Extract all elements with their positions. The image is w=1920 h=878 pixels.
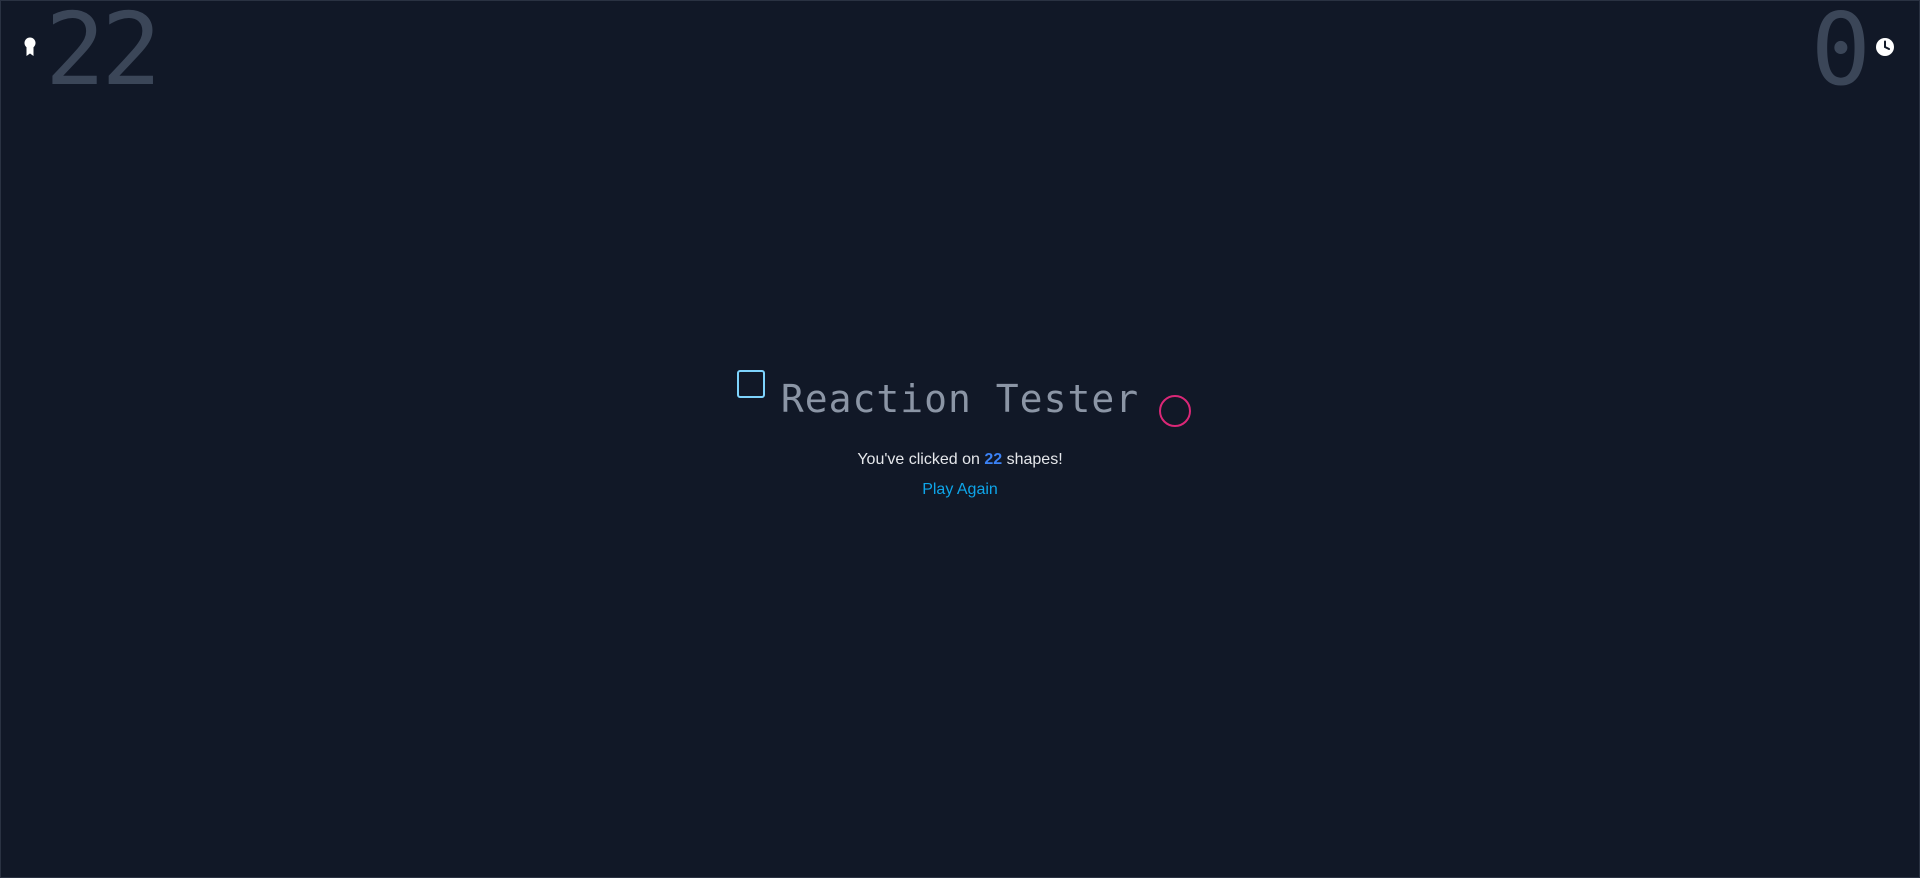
results-panel: Reaction Tester You've clicked on 22 sha… (1, 370, 1919, 499)
score-display: 22 (23, 0, 161, 108)
square-shape (736, 370, 765, 398)
timer-value: 0 (1810, 0, 1871, 108)
circle-shape (1159, 395, 1192, 427)
title-row: Reaction Tester (736, 370, 1192, 427)
award-ribbon-icon (23, 37, 37, 62)
play-again-link[interactable]: Play Again (922, 481, 998, 499)
score-value: 22 (45, 0, 161, 108)
game-screen: 22 0 Reaction Tester You've clicked on 2… (0, 0, 1920, 878)
message-prefix: You've clicked on (857, 451, 980, 468)
page-title: Reaction Tester (780, 377, 1140, 421)
message-suffix: shapes! (1006, 451, 1063, 468)
timer-display: 0 (1810, 0, 1895, 108)
result-message: You've clicked on 22 shapes! (1, 451, 1919, 469)
clock-icon (1875, 37, 1895, 62)
clicked-count: 22 (984, 451, 1003, 468)
